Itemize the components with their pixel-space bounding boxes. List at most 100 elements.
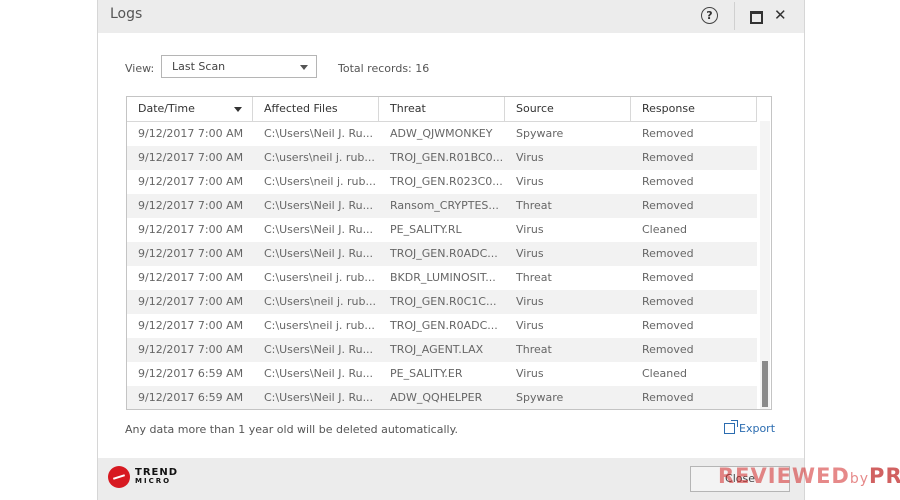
- cell-affected-file: C:\Users\Neil J. Ru...: [264, 223, 374, 236]
- table-row[interactable]: 9/12/2017 7:00 AM C:\Users\Neil J. Ru...…: [127, 242, 757, 266]
- table-row[interactable]: 9/12/2017 7:00 AM C:\users\neil j. rub..…: [127, 314, 757, 338]
- cell-source: Threat: [516, 199, 552, 212]
- table-row[interactable]: 9/12/2017 6:59 AM C:\Users\Neil J. Ru...…: [127, 386, 757, 409]
- cell-threat: TROJ_AGENT.LAX: [390, 343, 484, 356]
- cell-threat: TROJ_GEN.R0C1C...: [390, 295, 497, 308]
- cell-affected-file: C:\users\neil j. rub...: [264, 271, 375, 284]
- cell-date-time: 9/12/2017 7:00 AM: [138, 223, 244, 236]
- table-row[interactable]: 9/12/2017 7:00 AM C:\Users\Neil J. Ru...…: [127, 338, 757, 362]
- column-header-label: Threat: [390, 102, 426, 115]
- cell-affected-file: C:\users\neil j. rub...: [264, 319, 375, 332]
- cell-source: Spyware: [516, 127, 564, 140]
- cell-source: Virus: [516, 247, 544, 260]
- cell-source: Spyware: [516, 391, 564, 404]
- cell-threat: TROJ_GEN.R023C0...: [390, 175, 503, 188]
- table-row[interactable]: 9/12/2017 7:00 AM C:\Users\Neil J. Ru...…: [127, 218, 757, 242]
- logo-text-line1: TREND: [135, 467, 179, 478]
- title-bar: Logs ? ✕: [98, 0, 804, 33]
- column-header-date-time[interactable]: Date/Time: [127, 97, 253, 121]
- cell-date-time: 9/12/2017 6:59 AM: [138, 367, 244, 380]
- column-header-label: Response: [642, 102, 695, 115]
- cell-threat: PE_SALITY.RL: [390, 223, 462, 236]
- watermark-part1: REVIEWED: [718, 464, 850, 488]
- table-row[interactable]: 9/12/2017 7:00 AM C:\Users\neil j. rub..…: [127, 290, 757, 314]
- cell-date-time: 9/12/2017 7:00 AM: [138, 151, 244, 164]
- cell-threat: TROJ_GEN.R01BC0...: [390, 151, 504, 164]
- cell-response: Removed: [642, 343, 694, 356]
- table-row[interactable]: 9/12/2017 6:59 AM C:\Users\Neil J. Ru...…: [127, 362, 757, 386]
- cell-response: Cleaned: [642, 223, 687, 236]
- logs-content: View: Last Scan Total records: 16 Date/T…: [98, 33, 804, 458]
- table-body: 9/12/2017 7:00 AM C:\Users\Neil J. Ru...…: [127, 122, 757, 409]
- cell-date-time: 9/12/2017 7:00 AM: [138, 319, 244, 332]
- column-header-response[interactable]: Response: [631, 97, 757, 121]
- cell-affected-file: C:\Users\neil j. rub...: [264, 175, 376, 188]
- export-label: Export: [739, 422, 776, 435]
- column-header-label: Source: [516, 102, 554, 115]
- cell-affected-file: C:\Users\Neil J. Ru...: [264, 391, 374, 404]
- chevron-down-icon: [300, 65, 308, 70]
- cell-affected-file: C:\Users\Neil J. Ru...: [264, 367, 374, 380]
- cell-response: Removed: [642, 151, 694, 164]
- maximize-icon[interactable]: [750, 11, 763, 24]
- cell-affected-file: C:\Users\Neil J. Ru...: [264, 199, 374, 212]
- window-footer: TREND MICRO Close: [98, 458, 804, 500]
- cell-threat: ADW_QJWMONKEY: [390, 127, 493, 140]
- cell-response: Removed: [642, 391, 694, 404]
- column-header-threat[interactable]: Threat: [379, 97, 505, 121]
- cell-date-time: 9/12/2017 7:00 AM: [138, 175, 244, 188]
- cell-threat: BKDR_LUMINOSIT...: [390, 271, 496, 284]
- column-header-affected-files[interactable]: Affected Files: [253, 97, 379, 121]
- total-records: Total records: 16: [338, 62, 430, 75]
- cell-date-time: 9/12/2017 7:00 AM: [138, 199, 244, 212]
- cell-response: Removed: [642, 199, 694, 212]
- logs-window: Logs ? ✕ View: Last Scan Total records: …: [97, 0, 805, 500]
- table-row[interactable]: 9/12/2017 7:00 AM C:\Users\Neil J. Ru...…: [127, 122, 757, 146]
- table-header: Date/Time Affected Files Threat Source R…: [127, 97, 757, 122]
- retention-notice: Any data more than 1 year old will be de…: [125, 423, 459, 436]
- cell-date-time: 9/12/2017 7:00 AM: [138, 271, 244, 284]
- cell-affected-file: C:\Users\Neil J. Ru...: [264, 343, 374, 356]
- cell-threat: TROJ_GEN.R0ADC...: [390, 319, 498, 332]
- table-row[interactable]: 9/12/2017 7:00 AM C:\Users\neil j. rub..…: [127, 170, 757, 194]
- cell-affected-file: C:\users\neil j. rub...: [264, 151, 375, 164]
- cell-affected-file: C:\Users\neil j. rub...: [264, 295, 376, 308]
- export-link[interactable]: Export: [724, 420, 776, 435]
- cell-source: Virus: [516, 151, 544, 164]
- view-label: View:: [125, 62, 155, 75]
- cell-response: Removed: [642, 247, 694, 260]
- scrollbar-thumb[interactable]: [762, 361, 768, 407]
- cell-response: Removed: [642, 271, 694, 284]
- trend-micro-logo: TREND MICRO: [108, 466, 178, 488]
- cell-date-time: 9/12/2017 7:00 AM: [138, 127, 244, 140]
- view-dropdown-value: Last Scan: [172, 60, 226, 73]
- cell-date-time: 9/12/2017 7:00 AM: [138, 343, 244, 356]
- cell-date-time: 9/12/2017 7:00 AM: [138, 295, 244, 308]
- close-icon[interactable]: ✕: [774, 6, 787, 24]
- trend-micro-logo-icon: [108, 466, 130, 488]
- table-row[interactable]: 9/12/2017 7:00 AM C:\users\neil j. rub..…: [127, 146, 757, 170]
- logs-table: Date/Time Affected Files Threat Source R…: [126, 96, 772, 410]
- table-row[interactable]: 9/12/2017 7:00 AM C:\users\neil j. rub..…: [127, 266, 757, 290]
- column-header-label: Affected Files: [264, 102, 338, 115]
- table-scrollbar[interactable]: [760, 121, 770, 409]
- cell-source: Virus: [516, 223, 544, 236]
- column-header-label: Date/Time: [138, 102, 195, 115]
- cell-threat: Ransom_CRYPTES...: [390, 199, 499, 212]
- column-header-source[interactable]: Source: [505, 97, 631, 121]
- help-icon[interactable]: ?: [701, 7, 718, 24]
- cell-source: Virus: [516, 319, 544, 332]
- cell-source: Virus: [516, 295, 544, 308]
- cell-source: Threat: [516, 343, 552, 356]
- sort-descending-icon: [234, 107, 242, 112]
- cell-affected-file: C:\Users\Neil J. Ru...: [264, 247, 374, 260]
- cell-threat: PE_SALITY.ER: [390, 367, 463, 380]
- reviewedbypro-watermark: REVIEWEDbyPRO: [718, 464, 900, 494]
- cell-date-time: 9/12/2017 6:59 AM: [138, 391, 244, 404]
- cell-date-time: 9/12/2017 7:00 AM: [138, 247, 244, 260]
- cell-threat: TROJ_GEN.R0ADC...: [390, 247, 498, 260]
- table-row[interactable]: 9/12/2017 7:00 AM C:\Users\Neil J. Ru...…: [127, 194, 757, 218]
- window-title: Logs: [110, 6, 143, 22]
- logo-text-line2: MICRO: [135, 477, 172, 485]
- view-dropdown[interactable]: Last Scan: [161, 55, 317, 78]
